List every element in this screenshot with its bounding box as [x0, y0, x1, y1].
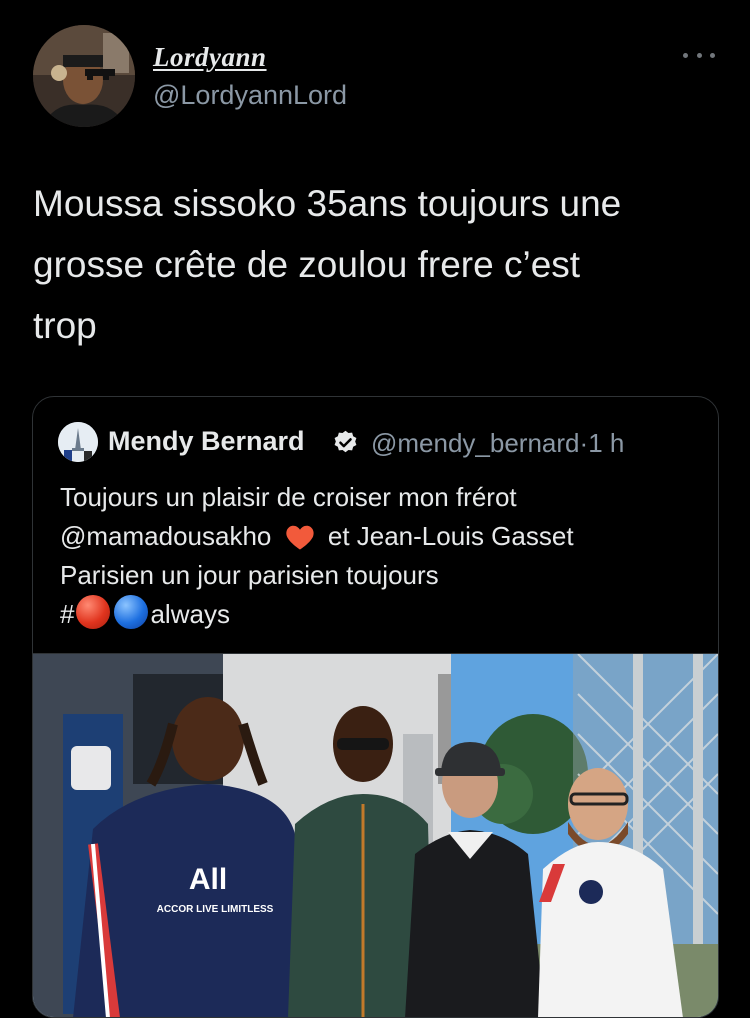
quote-text-line: @mamadousakho et Jean-Louis Gasset	[60, 517, 700, 556]
author-display-name[interactable]: Lordyann	[153, 42, 267, 73]
quote-author-display-name[interactable]: Mendy Bernard	[108, 426, 305, 457]
tweet-text-line: trop	[33, 305, 97, 346]
quote-timestamp[interactable]: 1 h	[588, 428, 624, 458]
photo-image: All ACCOR LIVE LIMITLESS	[33, 654, 718, 1017]
hashtag-link[interactable]: # always	[60, 595, 700, 634]
quote-photo[interactable]: All ACCOR LIVE LIMITLESS	[33, 653, 718, 1017]
hashtag-suffix: always	[150, 599, 230, 629]
avatar-image	[33, 25, 135, 127]
heart-icon	[285, 525, 314, 550]
quote-author-handle[interactable]: @mendy_bernard	[371, 428, 580, 458]
blue-circle-icon	[114, 595, 149, 629]
quote-author-avatar[interactable]	[58, 422, 98, 462]
meta-separator: ·	[579, 428, 589, 458]
tweet-text: Moussa sissoko 35ans toujours une grosse…	[33, 173, 723, 356]
jersey-sponsor-text: ACCOR LIVE LIMITLESS	[157, 904, 274, 915]
verified-badge-icon	[334, 430, 357, 453]
tweet-text-line: Moussa sissoko 35ans toujours une	[33, 183, 622, 224]
quote-avatar-image	[58, 422, 98, 462]
red-circle-icon	[76, 595, 111, 629]
more-horizontal-icon[interactable]	[683, 47, 715, 63]
quote-author-meta: @mendy_bernard·1 h	[371, 428, 624, 459]
quote-text-line: Parisien un jour parisien toujours	[60, 560, 439, 590]
tweet-text-line: grosse crête de zoulou frere c’est	[33, 244, 581, 285]
more-dot	[683, 52, 688, 58]
author-avatar[interactable]	[33, 25, 135, 127]
quoted-tweet-card[interactable]: Mendy Bernard @mendy_bernard·1 h Toujour…	[32, 396, 719, 1018]
jersey-logo-text: All	[189, 863, 227, 896]
more-dot	[696, 52, 702, 58]
quote-text: Toujours un plaisir de croiser mon fréro…	[60, 478, 700, 634]
quote-text-segment: et Jean-Louis Gasset	[327, 521, 574, 551]
quote-text-line: Toujours un plaisir de croiser mon fréro…	[60, 482, 517, 512]
hashtag-prefix: #	[60, 599, 75, 629]
author-handle[interactable]: @LordyannLord	[153, 80, 347, 111]
more-dot	[710, 52, 715, 58]
mention-link[interactable]: @mamadousakho	[60, 521, 271, 551]
